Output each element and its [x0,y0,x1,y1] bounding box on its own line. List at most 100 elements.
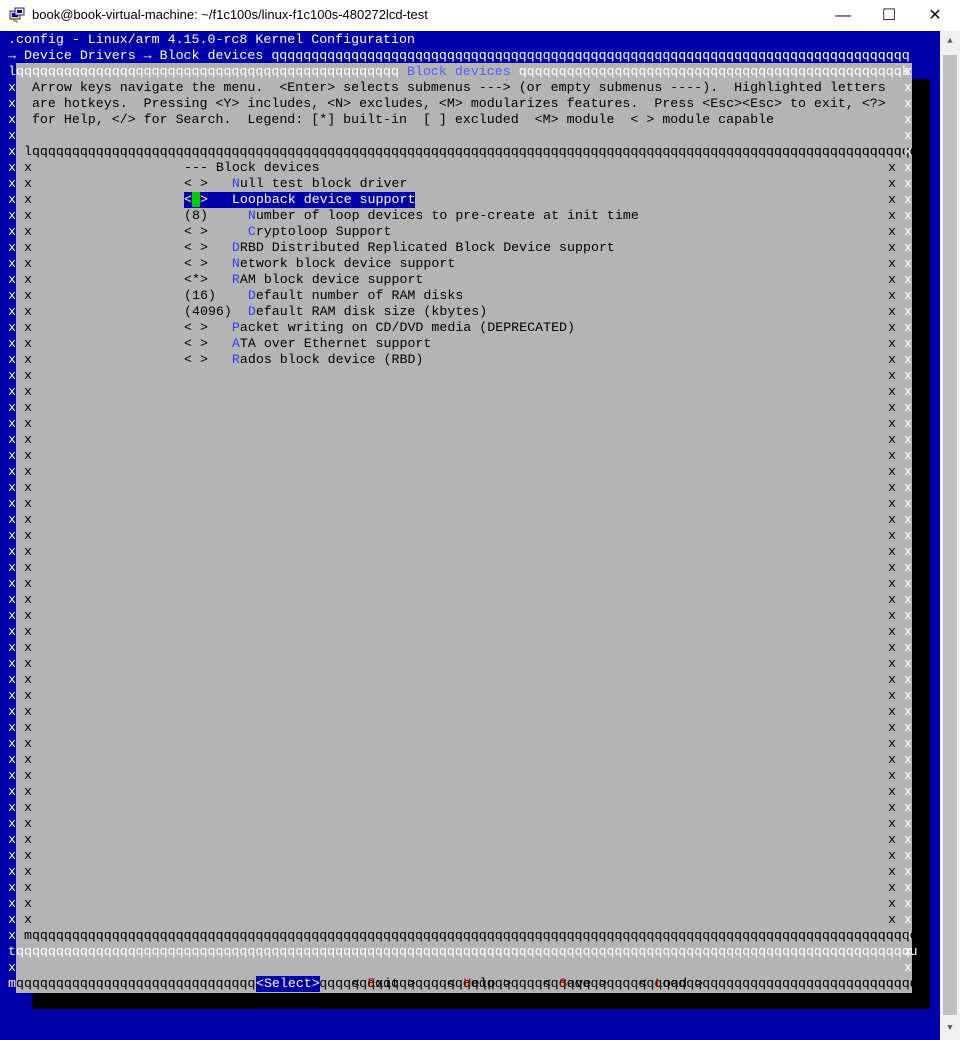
menu-box-right-edge: x x [888,192,912,207]
help-text-line-3: x for Help, </> for Search. Legend: [*] … [8,112,775,127]
menu-box-left-edge: x x [8,160,32,175]
menu-box-bottom-border: x mqqqqqqqqqqqqqqqqqqqqqqqqqqqqqqqqqqqqq… [8,928,926,943]
menu-item[interactable]: <*> RAM block device support [184,272,423,288]
menu-box-right-edge: x x [888,656,912,671]
menu-box-left-edge: x x [8,384,32,399]
menu-box-left-edge: x x [8,768,32,783]
maximize-button[interactable]: ☐ [866,0,912,31]
menu-item[interactable]: < > Packet writing on CD/DVD media (DEPR… [184,320,575,336]
dialog-right-edge: x [904,96,912,111]
menu-box-left-edge: x x [8,576,32,591]
menu-box-left-edge: x x [8,784,32,799]
menu-box-right-edge: x x [888,304,912,319]
menu-box-right-edge: x x [888,560,912,575]
menu-box-left-edge: x x [8,208,32,223]
menu-item-selected[interactable]: < > Loopback device support [184,192,416,208]
menu-item[interactable]: < > Rados block device (RBD) [184,352,423,368]
scroll-up-icon[interactable]: ▲ [940,33,960,49]
menu-box-left-edge: x x [8,912,32,927]
menu-box-left-edge: x x [8,320,32,335]
window-titlebar: book@book-virtual-machine: ~/f1c100s/lin… [0,0,960,31]
menu-item[interactable]: (4096) Default RAM disk size (kbytes) [184,304,487,320]
dialog-left-edge: x [8,128,16,143]
menu-box-left-edge: x x [8,416,32,431]
help-button[interactable]: < Help > [448,976,512,992]
menu-box-left-edge: x x [8,400,32,415]
menu-item[interactable]: < > ATA over Ethernet support [184,336,431,352]
menu-box-left-edge: x x [8,640,32,655]
menu-box-left-edge: x x [8,496,32,511]
menu-box-right-edge: x x [888,384,912,399]
help-text-line-2: x are hotkeys. Pressing <Y> includes, <N… [8,96,886,111]
dialog-shadow-right [912,79,930,1009]
menu-item[interactable]: < > Network block device support [184,256,455,272]
menu-box-right-edge: x x [888,784,912,799]
dialog-right-edge: x [904,144,912,159]
menu-box-right-edge: x x [888,240,912,255]
menu-item[interactable]: (8) Number of loop devices to pre-create… [184,208,639,224]
menu-box-left-edge: x x [8,176,32,191]
scroll-down-icon[interactable]: ▼ [940,1020,960,1036]
menu-box-right-edge: x x [888,912,912,927]
menu-box-right-edge: x x [888,608,912,623]
menu-box-left-edge: x x [8,224,32,239]
menu-box-top-border: x lqqqqqqqqqqqqqqqqqqqqqqqqqqqqqqqqqqqqq… [8,144,926,159]
window-title: book@book-virtual-machine: ~/f1c100s/lin… [32,7,428,22]
breadcrumb-text: → Device Drivers → Block devices [8,48,264,63]
menu-box-left-edge: x x [8,752,32,767]
menu-item[interactable]: (16) Default number of RAM disks [184,288,463,304]
menu-box-left-edge: x x [8,304,32,319]
menu-box-left-edge: x x [8,816,32,831]
menu-box-right-edge: x x [888,176,912,191]
dialog-right-edge: x [904,80,912,95]
scrollbar-thumb[interactable] [943,55,957,1015]
menu-box-left-edge: x x [8,464,32,479]
menu-box-left-edge: x x [8,336,32,351]
exit-button[interactable]: < Exit > [352,976,416,992]
menu-box-right-edge: x x [888,816,912,831]
menu-box-right-edge: x x [888,544,912,559]
menu-box-left-edge: x x [8,288,32,303]
menu-item[interactable]: --- Block devices [184,160,320,176]
menu-box-right-edge: x x [888,832,912,847]
menu-item[interactable]: < > Null test block driver [184,176,407,192]
menu-box-left-edge: x x [8,624,32,639]
menu-box-right-edge: x x [888,480,912,495]
menu-box-right-edge: x x [888,368,912,383]
dialog-right-edge: x [904,128,912,143]
dialog-shadow-bottom [32,993,930,1009]
close-button[interactable]: ✕ [912,0,958,31]
dialog-right-edge: x [904,960,912,975]
menu-box-right-edge: x x [888,864,912,879]
menu-box-right-edge: x x [888,272,912,287]
menu-box-left-edge: x x [8,672,32,687]
menu-box-left-edge: x x [8,864,32,879]
menu-box-left-edge: x x [8,560,32,575]
menu-box-right-edge: x x [888,528,912,543]
menu-box-right-edge: x x [888,576,912,591]
save-button[interactable]: < Save > [543,976,607,992]
cursor [191,192,200,207]
minimize-button[interactable]: — [820,0,866,31]
menu-box-right-edge: x x [888,320,912,335]
dialog-right-edge: x [904,112,912,127]
menu-box-right-edge: x x [888,432,912,447]
menu-item[interactable]: < > DRBD Distributed Replicated Block De… [184,240,615,256]
menu-box-right-edge: x x [888,624,912,639]
menu-box-left-edge: x x [8,256,32,271]
menu-box-left-edge: x x [8,352,32,367]
menu-box-right-edge: x x [888,848,912,863]
select-button[interactable]: <Select> [255,976,320,992]
menu-box-right-edge: x x [888,880,912,895]
menu-box-left-edge: x x [8,704,32,719]
load-button[interactable]: < Load > [639,976,703,992]
menu-box-left-edge: x x [8,480,32,495]
menu-box-left-edge: x x [8,272,32,287]
menu-box-right-edge: x x [888,256,912,271]
menu-item[interactable]: < > Cryptoloop Support [184,224,391,240]
menu-box-right-edge: x x [888,336,912,351]
scrollbar[interactable]: ▲ ▼ [940,31,960,1040]
menu-box-right-edge: x x [888,288,912,303]
menu-box-right-edge: x x [888,496,912,511]
dialog-title: Block devices [406,64,511,79]
